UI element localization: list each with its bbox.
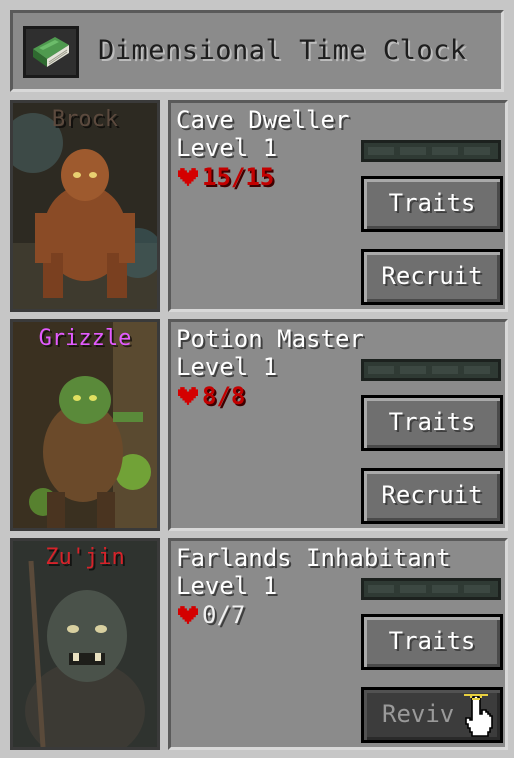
creature-card-3: Zu'jin Farlands Inhabitant Level 1 0/7 T… [10, 538, 508, 750]
traits-button[interactable]: Traits [361, 395, 503, 451]
experience-bar [361, 359, 501, 381]
window-title: Dimensional Time Clock [98, 35, 467, 66]
creature-portrait-1: Brock [10, 100, 160, 312]
revive-button-label: Reviv [382, 700, 455, 728]
creature-card-1: Brock Cave Dweller Level 1 15/15 Traits … [10, 100, 508, 312]
book-icon [23, 26, 79, 78]
level-label: Level 1 [176, 134, 278, 162]
level-label: Level 1 [176, 353, 278, 381]
heart-icon [178, 387, 198, 405]
experience-bar [361, 140, 501, 162]
heart-icon [178, 606, 198, 624]
pet-name-label: Grizzle [38, 326, 132, 351]
creature-info-1: Cave Dweller Level 1 15/15 Traits Recrui… [168, 100, 508, 312]
pet-name-label: Brock [51, 107, 119, 132]
traits-button[interactable]: Traits [361, 176, 503, 232]
recruit-button[interactable]: Recruit [361, 249, 503, 305]
creature-type-label: Potion Master [176, 325, 364, 353]
recruit-button[interactable]: Recruit [361, 468, 503, 524]
creature-type-label: Cave Dweller [176, 106, 350, 134]
level-label: Level 1 [176, 572, 278, 600]
traits-button[interactable]: Traits [361, 614, 503, 670]
dimensional-time-clock-window: Dimensional Time Clock Brock Cave Dwelle… [0, 0, 514, 758]
health-value: 15/15 [202, 163, 275, 191]
creature-info-2: Potion Master Level 1 8/8 Traits Recruit [168, 319, 508, 531]
health-value: 0/7 [202, 601, 246, 629]
experience-bar [361, 578, 501, 600]
hand-cursor-icon [464, 694, 493, 737]
creature-portrait-2: Grizzle [10, 319, 160, 531]
creature-card-2: Grizzle Potion Master Level 1 8/8 Traits… [10, 319, 508, 531]
pet-name-label: Zu'jin [45, 545, 125, 570]
creature-portrait-3: Zu'jin [10, 538, 160, 750]
creature-info-3: Farlands Inhabitant Level 1 0/7 Traits R… [168, 538, 508, 750]
creature-type-label: Farlands Inhabitant [176, 544, 451, 572]
health-value: 8/8 [202, 382, 246, 410]
heart-icon [178, 168, 198, 186]
revive-button[interactable]: Reviv [361, 687, 503, 743]
title-bar: Dimensional Time Clock [10, 10, 504, 92]
